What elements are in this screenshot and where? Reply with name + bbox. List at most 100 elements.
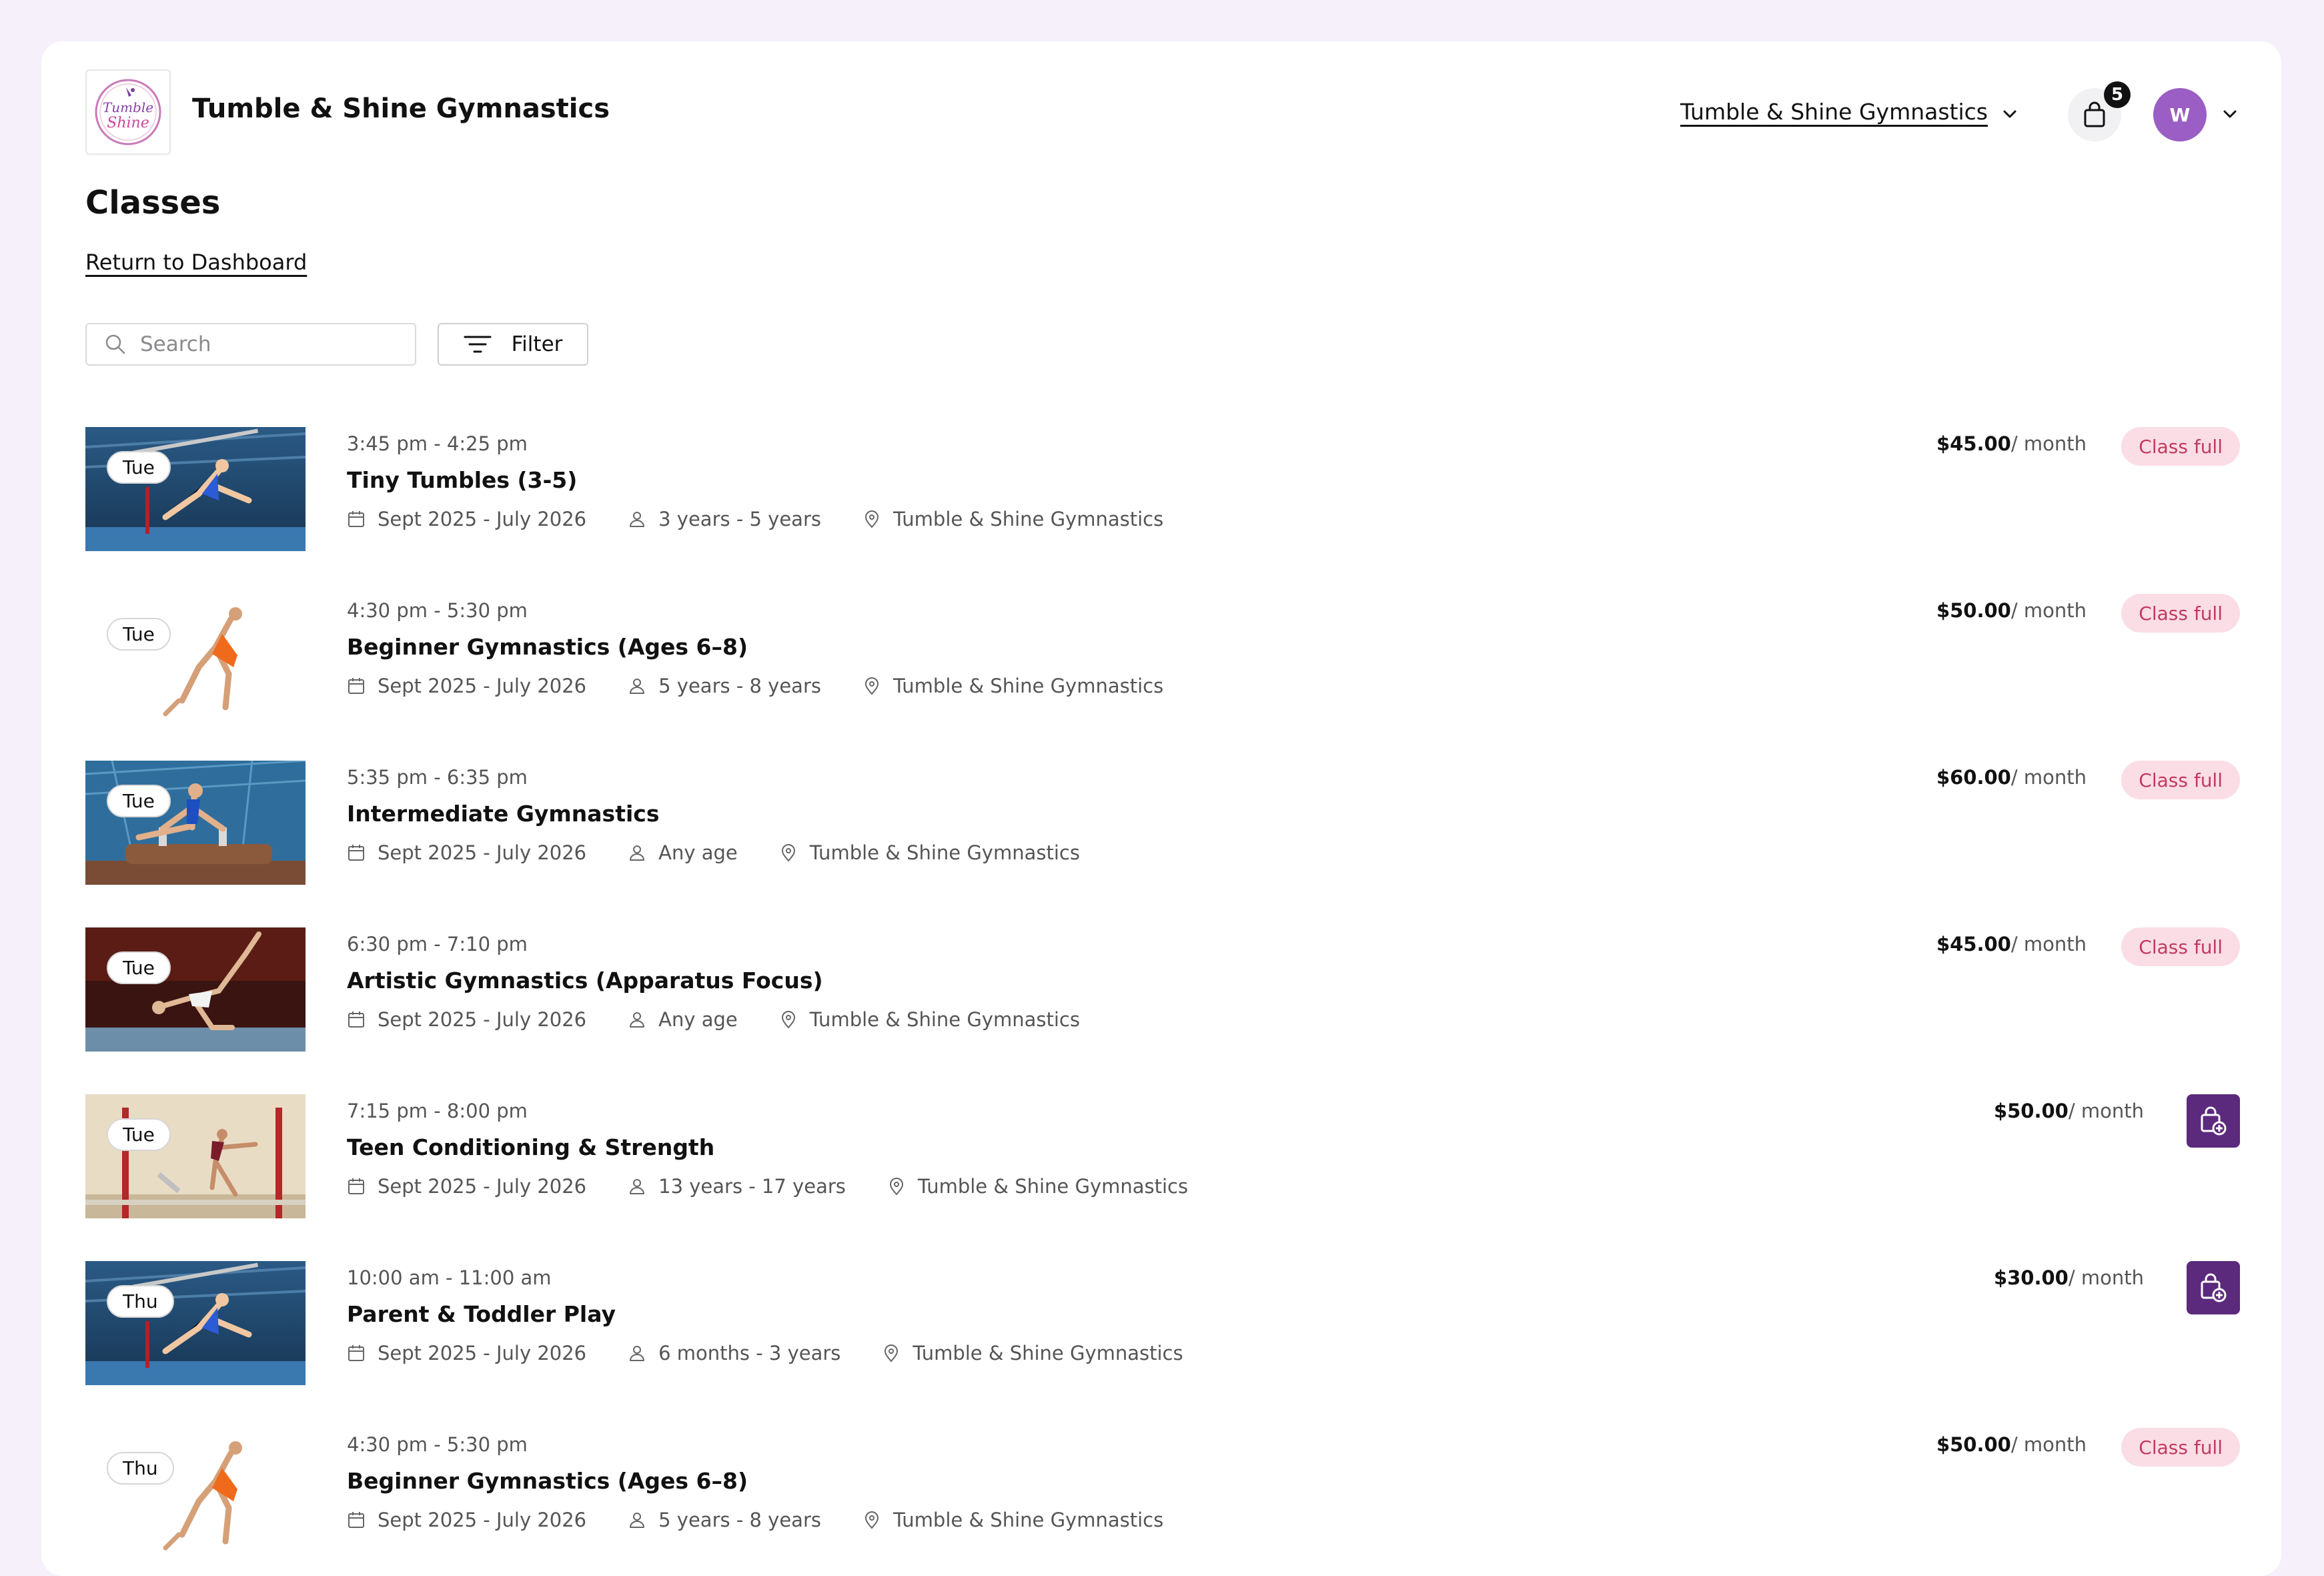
chevron-down-icon[interactable] — [2000, 104, 2020, 124]
price-amount: $30.00 — [1993, 1266, 2069, 1289]
class-thumbnail — [85, 427, 306, 551]
org-selector[interactable]: Tumble & Shine Gymnastics — [1680, 99, 1988, 125]
location-text: Tumble & Shine Gymnastics — [893, 1509, 1164, 1531]
price-period: / month — [2010, 599, 2087, 622]
class-price: $30.00/ month — [1994, 1266, 2144, 1289]
class-full-badge: Class full — [2121, 761, 2240, 799]
location-text: Tumble & Shine Gymnastics — [893, 675, 1164, 697]
search-icon — [105, 334, 125, 354]
class-thumbnail — [85, 594, 306, 718]
class-thumbnail — [85, 1094, 306, 1218]
class-time: 10:00 am - 11:00 am — [347, 1266, 552, 1289]
location-pin-icon — [889, 1178, 903, 1196]
person-icon — [630, 845, 645, 861]
chevron-down-icon[interactable] — [2220, 104, 2240, 124]
class-row[interactable]: Thu 10:00 am - 11:00 am Parent & Toddler… — [85, 1261, 2240, 1428]
add-to-bag-icon — [2201, 1273, 2227, 1302]
location: Tumble & Shine Gymnastics — [862, 675, 1163, 697]
date-range: Sept 2025 - July 2026 — [347, 841, 586, 864]
main-card: Tumble Shine Tumble & Shine Gymnastics T… — [41, 41, 2281, 1576]
class-thumbnail — [85, 1261, 306, 1385]
class-name[interactable]: Intermediate Gymnastics — [347, 801, 1121, 827]
class-time: 4:30 pm - 5:30 pm — [347, 599, 528, 622]
class-meta: Sept 2025 - July 2026 Any age Tumble & S… — [347, 1008, 1121, 1031]
location-pin-icon — [864, 677, 879, 695]
shopping-bag-icon — [2084, 101, 2105, 127]
class-name[interactable]: Beginner Gymnastics (Ages 6–8) — [347, 634, 1205, 660]
svg-text:Shine: Shine — [107, 115, 149, 131]
class-name[interactable]: Beginner Gymnastics (Ages 6–8) — [347, 1468, 1205, 1494]
class-name[interactable]: Parent & Toddler Play — [347, 1301, 1225, 1327]
price-period: / month — [2010, 933, 2087, 955]
age-range: 6 months - 3 years — [628, 1342, 840, 1364]
filter-button[interactable]: Filter — [438, 323, 588, 366]
class-meta: Sept 2025 - July 2026 6 months - 3 years… — [347, 1342, 1225, 1364]
class-row[interactable]: Tue 3:45 pm - 4:25 pm Tiny Tumbles (3-5)… — [85, 427, 2240, 594]
class-thumbnail — [85, 1428, 306, 1552]
class-list: Tue 3:45 pm - 4:25 pm Tiny Tumbles (3-5)… — [85, 427, 2240, 1576]
date-range-text: Sept 2025 - July 2026 — [378, 508, 587, 530]
add-to-cart-button[interactable] — [2187, 1094, 2240, 1148]
price-amount: $50.00 — [1993, 1100, 2069, 1122]
age-range: 13 years - 17 years — [628, 1175, 846, 1198]
person-icon — [630, 1012, 645, 1028]
filter-label: Filter — [511, 332, 563, 356]
date-range-text: Sept 2025 - July 2026 — [378, 841, 587, 864]
age-range: Any age — [628, 1008, 738, 1031]
search-box[interactable] — [85, 323, 416, 366]
class-price: $50.00/ month — [1994, 1100, 2144, 1122]
class-name[interactable]: Tiny Tumbles (3-5) — [347, 467, 1205, 493]
price-amount: $50.00 — [1936, 1433, 2011, 1456]
location-pin-icon — [885, 1344, 899, 1362]
class-row[interactable]: Tue 5:35 pm - 6:35 pm Intermediate Gymna… — [85, 761, 2240, 927]
user-avatar[interactable]: W — [2153, 88, 2207, 141]
age-range-text: 5 years - 8 years — [658, 1509, 821, 1531]
class-meta: Sept 2025 - July 2026 3 years - 5 years … — [347, 508, 1205, 530]
cart-button[interactable]: 5 — [2068, 81, 2131, 141]
class-thumbnail — [85, 927, 306, 1052]
class-price: $60.00/ month — [1936, 766, 2087, 789]
return-to-dashboard-link[interactable]: Return to Dashboard — [85, 250, 307, 275]
calendar-icon — [348, 1345, 364, 1361]
day-badge: Tue — [107, 451, 171, 484]
class-time: 7:15 pm - 8:00 pm — [347, 1100, 528, 1122]
class-row[interactable]: Thu 4:30 pm - 5:30 pm Beginner Gymnastic… — [85, 1428, 2240, 1576]
day-badge: Thu — [107, 1452, 174, 1485]
age-range: 5 years - 8 years — [628, 675, 821, 697]
add-to-cart-button[interactable] — [2187, 1261, 2240, 1314]
search-input[interactable] — [140, 332, 394, 356]
location-text: Tumble & Shine Gymnastics — [809, 1008, 1080, 1031]
age-range-text: Any age — [658, 841, 738, 864]
location: Tumble & Shine Gymnastics — [887, 1175, 1188, 1198]
calendar-icon — [348, 1512, 364, 1528]
day-badge: Tue — [107, 951, 171, 984]
date-range-text: Sept 2025 - July 2026 — [378, 675, 587, 697]
class-info: 6:30 pm - 7:10 pm Artistic Gymnastics (A… — [347, 933, 1121, 1031]
brand-title: Tumble & Shine Gymnastics — [192, 93, 610, 124]
class-name[interactable]: Artistic Gymnastics (Apparatus Focus) — [347, 967, 1121, 994]
location-pin-icon — [864, 510, 879, 528]
class-price: $45.00/ month — [1936, 432, 2087, 455]
price-period: / month — [2068, 1100, 2144, 1122]
calendar-icon — [348, 1178, 364, 1194]
calendar-icon — [348, 845, 364, 861]
price-amount: $45.00 — [1936, 933, 2011, 955]
location-text: Tumble & Shine Gymnastics — [893, 508, 1164, 530]
age-range: Any age — [628, 841, 738, 864]
class-time: 5:35 pm - 6:35 pm — [347, 766, 528, 789]
person-icon — [630, 1513, 645, 1528]
class-name[interactable]: Teen Conditioning & Strength — [347, 1134, 1229, 1160]
price-period: / month — [2068, 1266, 2144, 1289]
brand-logo[interactable]: Tumble Shine — [85, 69, 171, 155]
price-amount: $45.00 — [1936, 432, 2011, 455]
person-icon — [630, 1346, 645, 1361]
class-row[interactable]: Tue 6:30 pm - 7:10 pm Artistic Gymnastic… — [85, 927, 2240, 1094]
class-info: 10:00 am - 11:00 am Parent & Toddler Pla… — [347, 1266, 1225, 1364]
date-range: Sept 2025 - July 2026 — [347, 1509, 586, 1531]
class-row[interactable]: Tue 4:30 pm - 5:30 pm Beginner Gymnastic… — [85, 594, 2240, 761]
class-row[interactable]: Tue 7:15 pm - 8:00 pm Teen Conditioning … — [85, 1094, 2240, 1261]
class-full-badge: Class full — [2121, 594, 2240, 633]
date-range: Sept 2025 - July 2026 — [347, 675, 586, 697]
class-info: 7:15 pm - 8:00 pm Teen Conditioning & St… — [347, 1100, 1229, 1198]
class-info: 4:30 pm - 5:30 pm Beginner Gymnastics (A… — [347, 1433, 1205, 1531]
